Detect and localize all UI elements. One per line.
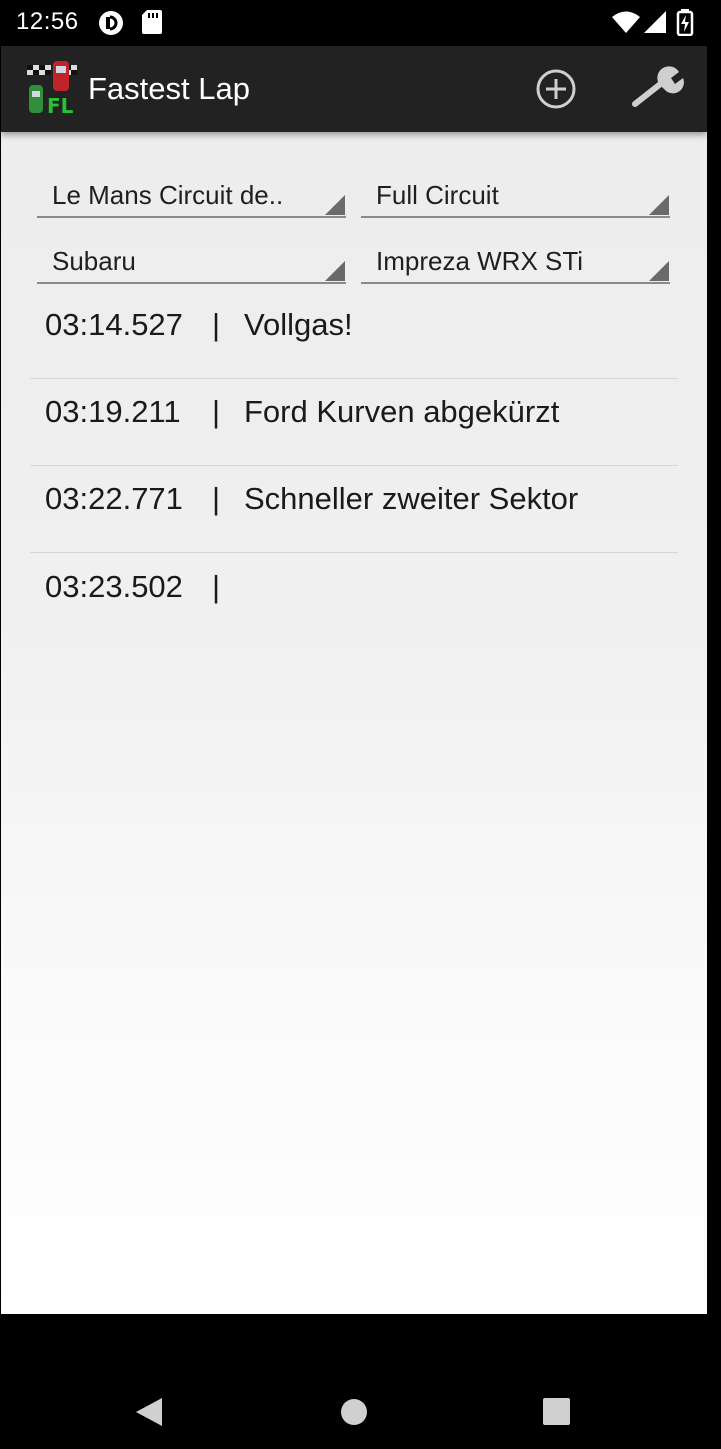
lap-time: 03:14.527: [45, 307, 183, 342]
layout-spinner-value: Full Circuit: [376, 180, 499, 210]
add-lap-button[interactable]: [531, 66, 581, 116]
add-circle-icon: [536, 69, 576, 109]
back-icon: [136, 1398, 162, 1426]
manufacturer-spinner[interactable]: Subaru: [37, 236, 346, 284]
sd-card-icon: [141, 9, 163, 40]
wifi-icon: [611, 10, 641, 39]
spinner-arrow-icon: [649, 195, 669, 215]
app-logo-text: FL: [47, 94, 74, 115]
battery-charging-icon: [676, 8, 694, 41]
spinner-arrow-icon: [325, 195, 345, 215]
lap-list-item[interactable]: 03:22.771 | Schneller zweiter Sektor: [30, 465, 678, 553]
spinner-arrow-icon: [649, 261, 669, 281]
back-button[interactable]: [130, 1392, 170, 1432]
lap-time: 03:19.211: [45, 394, 181, 429]
recents-button[interactable]: [537, 1392, 577, 1432]
lap-separator: |: [212, 307, 221, 342]
signal-icon: [643, 10, 667, 39]
pocket-casts-icon: [97, 9, 125, 42]
navigation-bar: [0, 1370, 721, 1449]
app-title: Fastest Lap: [88, 71, 250, 106]
app-logo-icon: FL: [25, 61, 79, 118]
model-spinner-value: Impreza WRX STi: [376, 246, 584, 276]
status-bar: 12:56: [0, 0, 721, 46]
track-spinner[interactable]: Le Mans Circuit de..: [37, 170, 346, 218]
lap-separator: |: [212, 481, 221, 516]
home-icon: [341, 1399, 367, 1425]
lap-separator: |: [212, 569, 221, 604]
recents-icon: [543, 1398, 570, 1425]
wrench-icon: [632, 66, 684, 107]
lap-separator: |: [212, 394, 221, 429]
lap-time: 03:23.502: [45, 569, 183, 604]
lap-list-item[interactable]: 03:14.527 | Vollgas!: [30, 291, 678, 379]
lap-time: 03:22.771: [45, 481, 183, 516]
spinner-arrow-icon: [325, 261, 345, 281]
manufacturer-spinner-value: Subaru: [52, 246, 136, 276]
lap-note: Schneller zweiter Sektor: [244, 481, 579, 516]
layout-spinner[interactable]: Full Circuit: [361, 170, 670, 218]
lap-list-item[interactable]: 03:23.502 |: [30, 553, 678, 640]
lap-list-item[interactable]: 03:19.211 | Ford Kurven abgekürzt: [30, 378, 678, 466]
action-bar: FL Fastest Lap: [1, 46, 707, 132]
home-button[interactable]: [334, 1392, 374, 1432]
model-spinner[interactable]: Impreza WRX STi: [361, 236, 670, 284]
settings-button[interactable]: [629, 66, 685, 116]
lap-note: Ford Kurven abgekürzt: [244, 394, 560, 429]
app-window: FL Fastest Lap Le Mans Circuit de.. Full…: [1, 46, 707, 1314]
status-time: 12:56: [16, 8, 79, 35]
lap-note: Vollgas!: [244, 307, 353, 342]
track-spinner-value: Le Mans Circuit de..: [52, 180, 284, 210]
